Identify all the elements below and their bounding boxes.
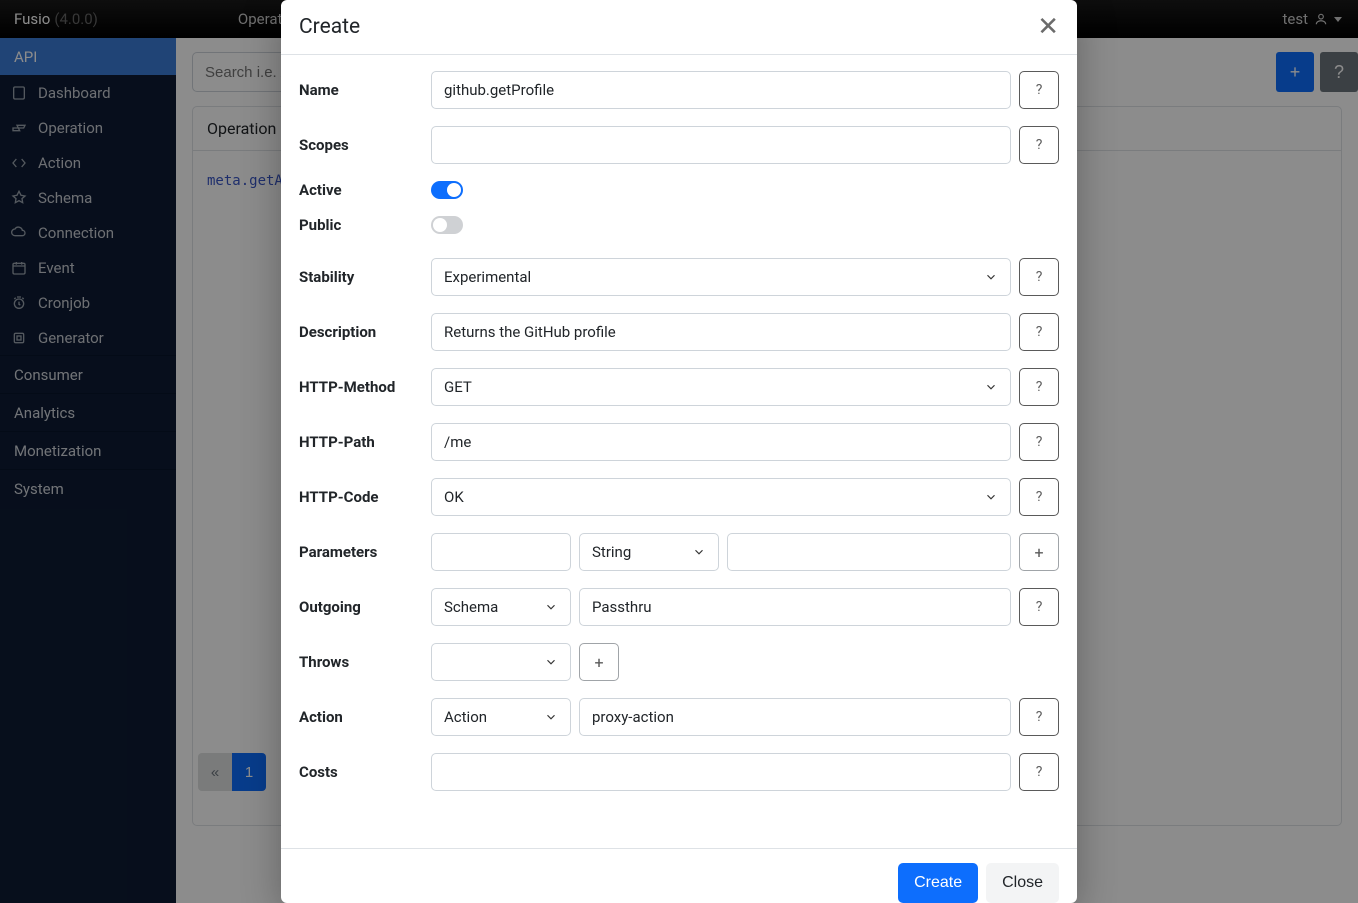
chevron-down-icon bbox=[544, 710, 558, 724]
action-kind-select[interactable]: Action bbox=[431, 698, 571, 736]
outgoing-label: Outgoing bbox=[299, 598, 431, 616]
costs-input[interactable] bbox=[431, 753, 1011, 791]
scopes-help-button[interactable]: ? bbox=[1019, 126, 1059, 164]
chevron-down-icon bbox=[544, 655, 558, 669]
parameter-name-input[interactable] bbox=[431, 533, 571, 571]
parameter-type-select[interactable]: String bbox=[579, 533, 719, 571]
create-modal: Create ✕ Name github.getProfile ? Scopes… bbox=[281, 0, 1077, 903]
public-toggle[interactable] bbox=[431, 216, 463, 234]
costs-label: Costs bbox=[299, 763, 431, 781]
outgoing-kind-select[interactable]: Schema bbox=[431, 588, 571, 626]
http-code-label: HTTP-Code bbox=[299, 488, 431, 506]
chevron-down-icon bbox=[692, 545, 706, 559]
close-icon[interactable]: ✕ bbox=[1037, 14, 1059, 40]
name-label: Name bbox=[299, 81, 431, 99]
chevron-down-icon bbox=[544, 600, 558, 614]
description-input[interactable]: Returns the GitHub profile bbox=[431, 313, 1011, 351]
description-help-button[interactable]: ? bbox=[1019, 313, 1059, 351]
chevron-down-icon bbox=[984, 270, 998, 284]
scopes-label: Scopes bbox=[299, 136, 431, 154]
active-label: Active bbox=[299, 181, 431, 199]
http-code-help-button[interactable]: ? bbox=[1019, 478, 1059, 516]
throws-select[interactable] bbox=[431, 643, 571, 681]
http-path-help-button[interactable]: ? bbox=[1019, 423, 1059, 461]
http-method-help-button[interactable]: ? bbox=[1019, 368, 1059, 406]
parameters-label: Parameters bbox=[299, 543, 431, 561]
name-input[interactable]: github.getProfile bbox=[431, 71, 1011, 109]
http-method-label: HTTP-Method bbox=[299, 378, 431, 396]
active-toggle[interactable] bbox=[431, 181, 463, 199]
throws-add-button[interactable]: + bbox=[579, 643, 619, 681]
description-label: Description bbox=[299, 323, 431, 341]
name-help-button[interactable]: ? bbox=[1019, 71, 1059, 109]
http-method-select[interactable]: GET bbox=[431, 368, 1011, 406]
stability-help-button[interactable]: ? bbox=[1019, 258, 1059, 296]
http-path-input[interactable]: /me bbox=[431, 423, 1011, 461]
parameter-desc-input[interactable] bbox=[727, 533, 1011, 571]
throws-label: Throws bbox=[299, 653, 431, 671]
outgoing-input[interactable]: Passthru bbox=[579, 588, 1011, 626]
action-input[interactable]: proxy-action bbox=[579, 698, 1011, 736]
close-button[interactable]: Close bbox=[986, 863, 1059, 903]
http-code-select[interactable]: OK bbox=[431, 478, 1011, 516]
http-path-label: HTTP-Path bbox=[299, 433, 431, 451]
stability-label: Stability bbox=[299, 268, 431, 286]
chevron-down-icon bbox=[984, 380, 998, 394]
scopes-input[interactable] bbox=[431, 126, 1011, 164]
public-label: Public bbox=[299, 216, 431, 234]
outgoing-help-button[interactable]: ? bbox=[1019, 588, 1059, 626]
action-help-button[interactable]: ? bbox=[1019, 698, 1059, 736]
parameter-add-button[interactable]: + bbox=[1019, 533, 1059, 571]
chevron-down-icon bbox=[984, 490, 998, 504]
create-button[interactable]: Create bbox=[898, 863, 978, 903]
costs-help-button[interactable]: ? bbox=[1019, 753, 1059, 791]
action-label: Action bbox=[299, 708, 431, 726]
stability-select[interactable]: Experimental bbox=[431, 258, 1011, 296]
modal-title: Create bbox=[299, 15, 360, 39]
